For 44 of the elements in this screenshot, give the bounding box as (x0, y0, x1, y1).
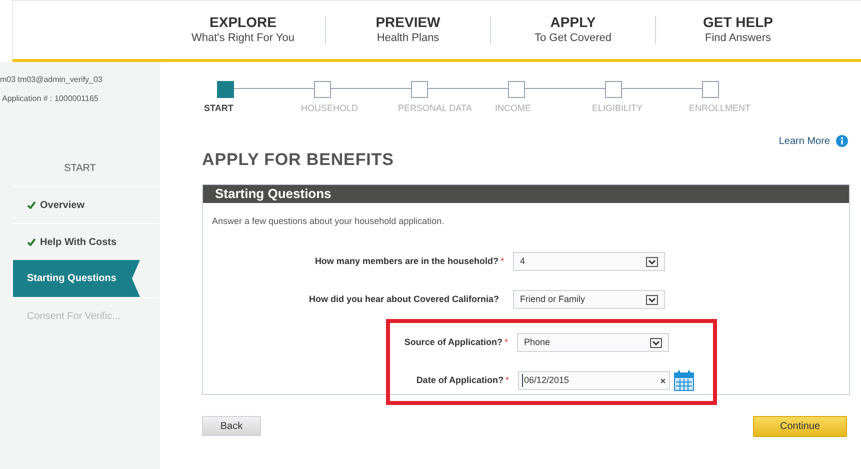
question-label: How did you hear about Covered California? (308, 292, 499, 306)
panel-intro: Answer a few questions about your household application. (211, 215, 446, 228)
check-icon (27, 201, 36, 209)
nav-title[interactable]: EXPLORE (210, 14, 276, 32)
info-icon[interactable] (836, 135, 848, 147)
sidebar-heading: START (63, 162, 97, 176)
check-icon (27, 238, 36, 246)
question-label: How many members are in the household? (314, 254, 498, 268)
required-marker: * (505, 374, 509, 387)
page-title: APPLY FOR BENEFITS (202, 148, 395, 170)
nav-subtitle[interactable]: To Get Covered (534, 32, 612, 46)
step-label: HOUSEHOLD (301, 102, 358, 115)
dropdown[interactable]: 4 (513, 252, 665, 271)
nav-title[interactable]: APPLY (550, 14, 596, 32)
nav-subtitle[interactable]: Find Answers (704, 32, 772, 46)
nav-title[interactable]: GET HELP (702, 14, 773, 32)
required-marker: * (500, 254, 504, 268)
calendar-icon[interactable] (674, 370, 694, 391)
application-number: Application # : 1000001165 (1, 93, 100, 105)
nav-subtitle[interactable]: Health Plans (376, 32, 440, 46)
panel-header: Starting Questions (203, 185, 849, 203)
date-field[interactable]: 06/12/2015 (518, 371, 670, 390)
clear-icon[interactable] (660, 378, 666, 384)
sidebar-item[interactable]: Overview (13, 186, 160, 223)
question-label: Date of Application? (416, 374, 504, 387)
step-label: START (204, 102, 234, 115)
step-label: ELIGIBILITY (592, 102, 643, 115)
nav-title[interactable]: PREVIEW (376, 14, 440, 32)
dropdown[interactable]: Phone (517, 333, 669, 352)
question-label: Source of Application? (404, 336, 502, 349)
sidebar-item[interactable]: Starting Questions (13, 260, 140, 297)
required-marker: * (504, 336, 508, 349)
back-button[interactable]: Back (202, 416, 261, 436)
learn-more-link[interactable]: Learn More (778, 134, 830, 148)
dropdown[interactable]: Friend or Family (513, 290, 665, 309)
dropdown-caret-icon[interactable] (646, 256, 658, 266)
continue-button[interactable]: Continue (753, 416, 847, 437)
dropdown-caret-icon[interactable] (646, 294, 658, 304)
step-label: PERSONAL DATA (398, 102, 472, 115)
user-name: m03 tm03@admin_verify_03 (0, 74, 104, 86)
step-label: ENROLLMENT (689, 102, 751, 115)
step-label: INCOME (495, 102, 531, 115)
nav-subtitle[interactable]: What's Right For You (192, 32, 294, 46)
dropdown-caret-icon[interactable] (650, 338, 662, 348)
